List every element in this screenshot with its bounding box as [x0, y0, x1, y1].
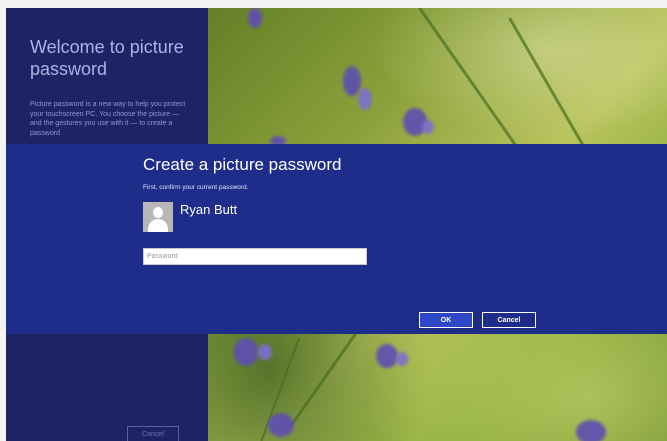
cancel-button[interactable]: Cancel [482, 312, 536, 328]
password-input[interactable] [143, 248, 367, 265]
user-avatar-icon [143, 202, 173, 232]
create-picture-password-dialog: Create a picture password First, confirm… [6, 144, 667, 334]
welcome-description: Picture password is a new way to help yo… [30, 101, 186, 137]
dialog-title: Create a picture password [143, 155, 342, 174]
screen: Welcome to picture password Picture pass… [6, 8, 667, 441]
background-cancel-button[interactable]: Cancel [127, 426, 179, 441]
welcome-title: Welcome to picture password [30, 37, 184, 79]
ok-button[interactable]: OK [419, 312, 473, 328]
user-name: Ryan Butt [180, 202, 238, 217]
dialog-subtitle: First, confirm your current password. [143, 184, 249, 191]
